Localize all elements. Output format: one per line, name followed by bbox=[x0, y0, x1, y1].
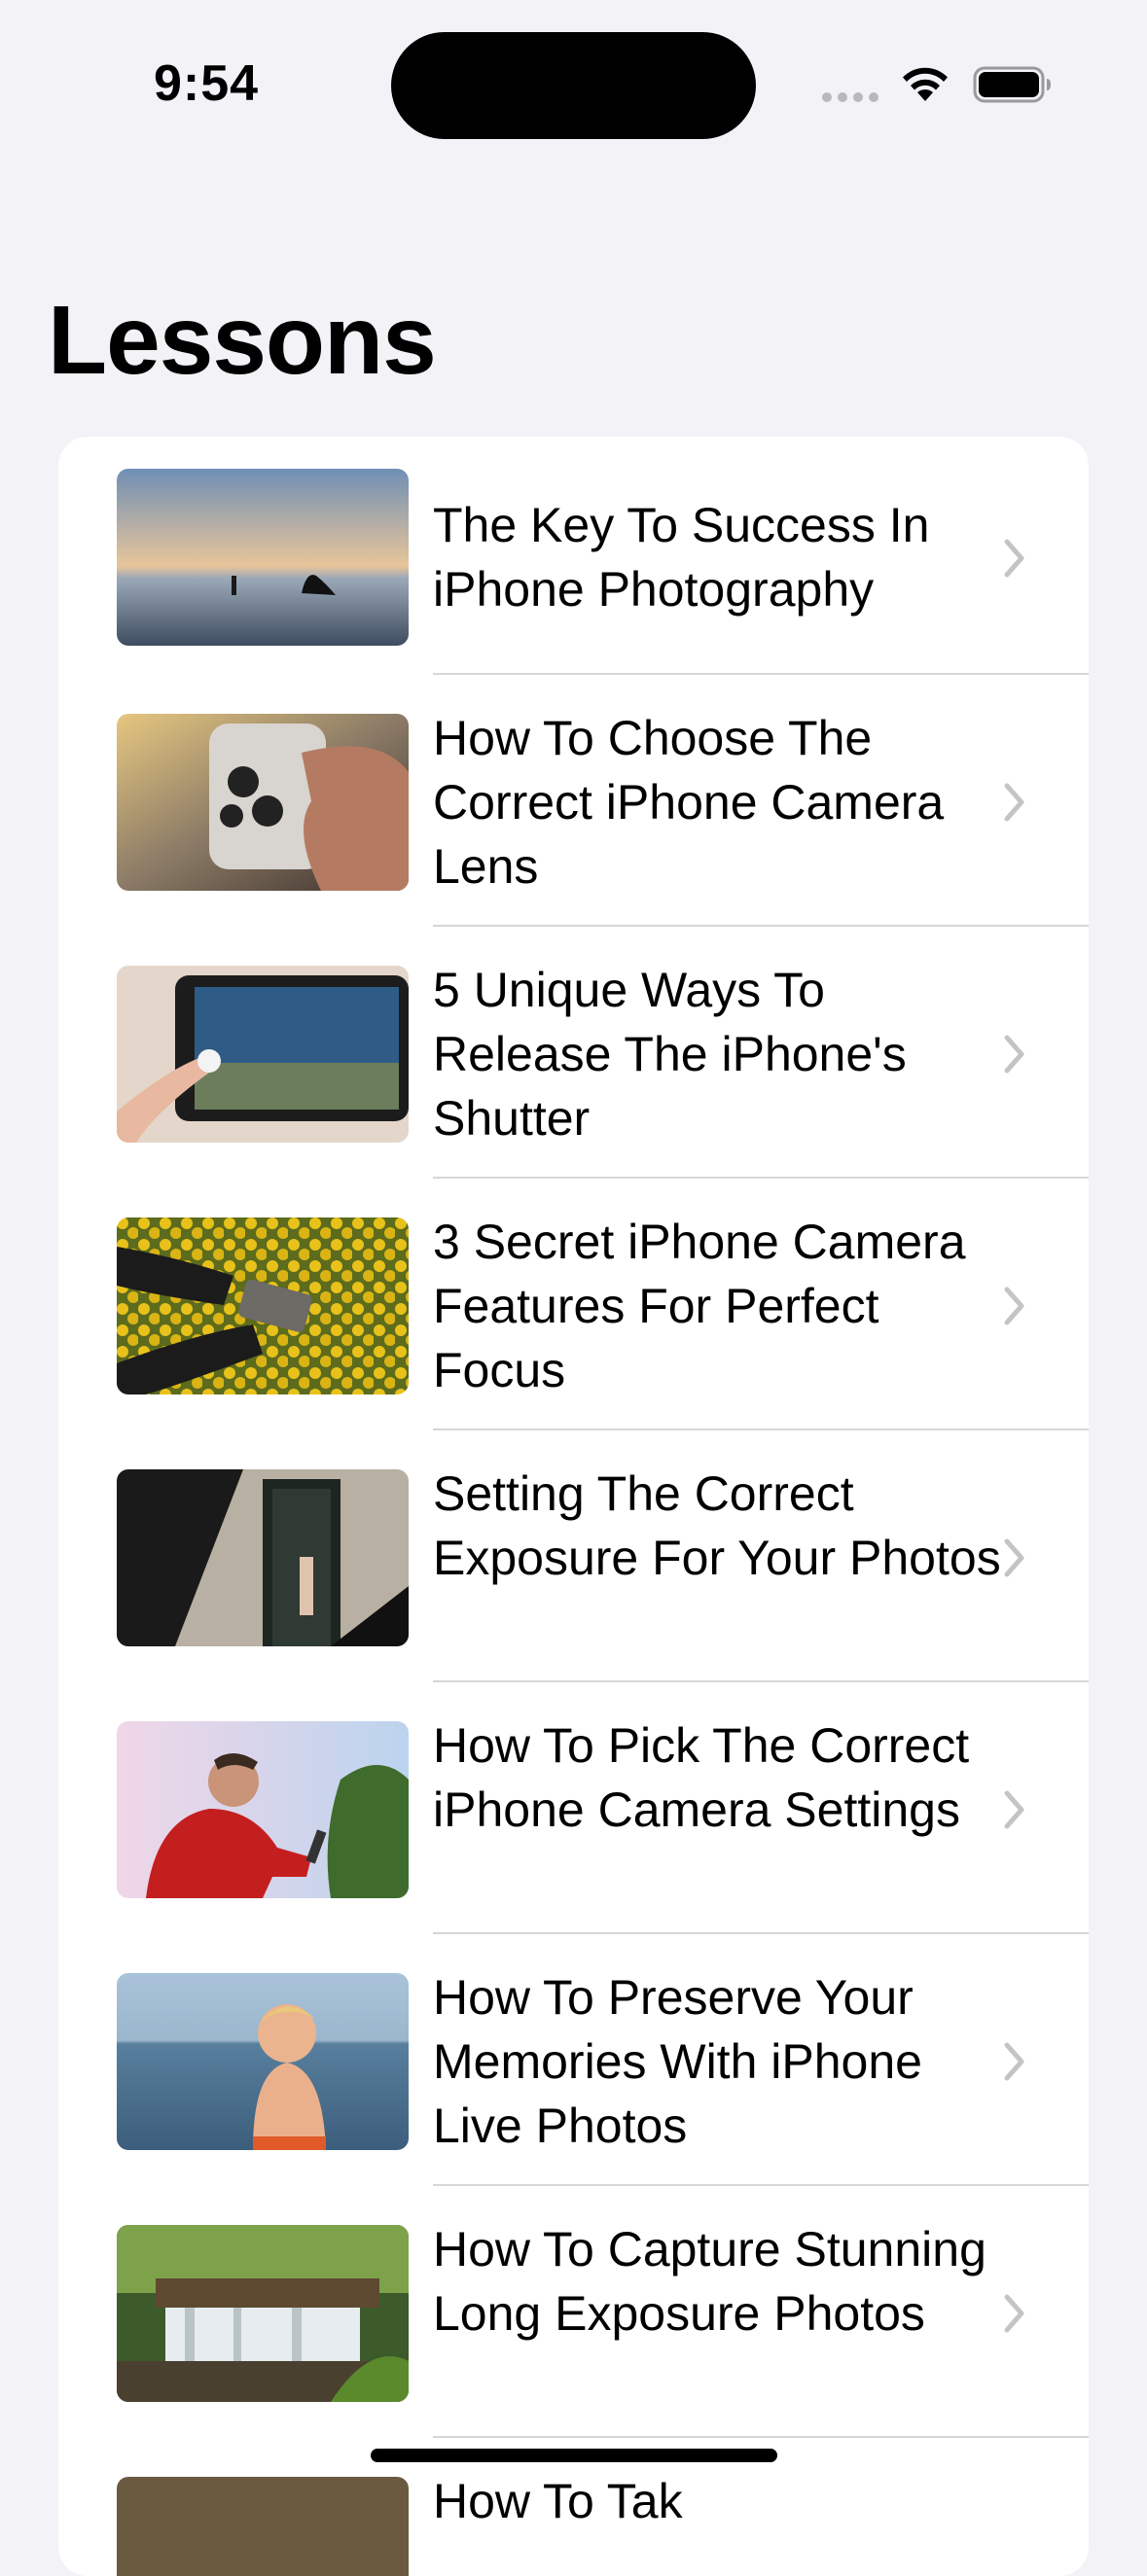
lesson-title: How To Tak bbox=[433, 2474, 683, 2528]
lesson-list: The Key To Success In iPhone Photography bbox=[58, 437, 1089, 2576]
home-indicator[interactable] bbox=[371, 2449, 777, 2462]
lesson-title: How To Pick The Correct iPhone Camera Se… bbox=[433, 1718, 970, 1837]
lesson-thumbnail bbox=[117, 966, 409, 1143]
lesson-row[interactable]: How To Choose The Correct iPhone Camera … bbox=[58, 675, 1089, 927]
chevron-right-icon bbox=[1004, 2294, 1024, 2333]
battery-icon bbox=[973, 66, 1051, 103]
lesson-thumbnail bbox=[117, 1721, 409, 1898]
cellular-signal-icon bbox=[822, 92, 880, 102]
lesson-title: The Key To Success In iPhone Photography bbox=[433, 498, 930, 617]
status-bar: 9:54 bbox=[0, 0, 1147, 165]
chevron-right-icon bbox=[1004, 539, 1024, 578]
lesson-row[interactable]: How To Preserve Your Memories With iPhon… bbox=[58, 1934, 1089, 2186]
lesson-row[interactable]: 3 Secret iPhone Camera Features For Perf… bbox=[58, 1179, 1089, 1430]
lesson-thumbnail bbox=[117, 2225, 409, 2402]
chevron-right-icon bbox=[1004, 2042, 1024, 2081]
status-time: 9:54 bbox=[154, 55, 260, 112]
chevron-right-icon bbox=[1004, 783, 1024, 822]
lesson-title: How To Choose The Correct iPhone Camera … bbox=[433, 711, 945, 894]
lesson-thumbnail bbox=[117, 714, 409, 891]
chevron-right-icon bbox=[1004, 1538, 1024, 1577]
chevron-right-icon bbox=[1004, 1790, 1024, 1829]
chevron-right-icon bbox=[1004, 1287, 1024, 1325]
lesson-thumbnail bbox=[117, 469, 409, 646]
lesson-row[interactable]: How To Capture Stunning Long Exposure Ph… bbox=[58, 2186, 1089, 2438]
lesson-thumbnail bbox=[117, 1469, 409, 1646]
wifi-icon bbox=[903, 67, 948, 101]
lesson-row[interactable]: 5 Unique Ways To Release The iPhone's Sh… bbox=[58, 927, 1089, 1179]
lesson-row[interactable]: The Key To Success In iPhone Photography bbox=[58, 437, 1089, 688]
chevron-right-icon bbox=[1004, 1035, 1024, 1074]
lesson-title: Setting The Correct Exposure For Your Ph… bbox=[433, 1466, 1001, 1585]
dynamic-island bbox=[391, 32, 756, 139]
lesson-title: 5 Unique Ways To Release The iPhone's Sh… bbox=[433, 963, 907, 1146]
lesson-title: 3 Secret iPhone Camera Features For Perf… bbox=[433, 1215, 966, 1397]
lesson-title: How To Capture Stunning Long Exposure Ph… bbox=[433, 2222, 986, 2341]
lesson-thumbnail bbox=[117, 2477, 409, 2576]
page-title: Lessons bbox=[48, 286, 437, 395]
lesson-row[interactable]: Setting The Correct Exposure For Your Ph… bbox=[58, 1430, 1089, 1682]
lesson-thumbnail bbox=[117, 1973, 409, 2150]
lesson-row[interactable]: How To Pick The Correct iPhone Camera Se… bbox=[58, 1682, 1089, 1934]
lesson-title: How To Preserve Your Memories With iPhon… bbox=[433, 1970, 922, 2153]
lesson-thumbnail bbox=[117, 1217, 409, 1394]
